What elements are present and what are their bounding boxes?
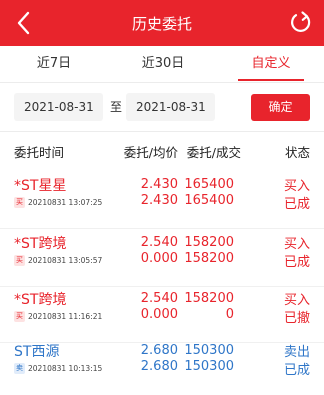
refresh-icon [291, 11, 311, 32]
tab-30-days[interactable]: 近30日 [128, 46, 198, 83]
order-row[interactable]: *ST跨境 买 20210831 13:05:57 2.540 0.000 15… [0, 229, 324, 287]
order-row[interactable]: *ST跨境 买 20210831 11:16:21 2.540 0.000 15… [0, 285, 324, 343]
filled-quantity: 165400 [184, 193, 234, 208]
order-quantity: 158200 [184, 291, 234, 306]
order-quantity: 158200 [184, 235, 234, 250]
page-title: 历史委托 [131, 15, 192, 33]
active-tab-indicator [238, 79, 304, 81]
stock-name: *ST跨境 [14, 292, 67, 308]
order-price: 2.680 [140, 343, 178, 358]
column-header-status: 状态 [284, 145, 310, 160]
order-datetime-line: 买 20210831 13:05:57 [14, 255, 102, 266]
order-status: 已撤 [283, 311, 310, 326]
order-status: 已成 [283, 363, 310, 378]
order-quantity: 150300 [184, 343, 234, 358]
order-side: 买入 [283, 179, 310, 194]
end-date-field[interactable]: 2021-08-31 [126, 93, 215, 121]
average-price: 2.680 [140, 359, 178, 374]
divider [0, 82, 324, 83]
average-price: 0.000 [140, 307, 178, 322]
column-header-price: 委托/均价 [123, 145, 178, 160]
buy-badge: 买 [14, 255, 25, 266]
order-status: 已成 [283, 255, 310, 270]
order-side: 卖出 [283, 345, 310, 360]
stock-name: *ST跨境 [14, 236, 67, 252]
sell-badge: 卖 [14, 363, 25, 374]
order-datetime: 20210831 13:05:57 [28, 256, 103, 265]
order-datetime: 20210831 13:07:25 [28, 198, 103, 207]
order-price: 2.430 [140, 177, 178, 192]
order-side: 买入 [283, 237, 310, 252]
order-side: 买入 [283, 293, 310, 308]
buy-badge: 买 [14, 311, 25, 322]
order-datetime: 20210831 10:13:15 [28, 364, 103, 373]
order-datetime-line: 买 20210831 13:07:25 [14, 197, 102, 208]
filled-quantity: 150300 [184, 359, 234, 374]
order-datetime: 20210831 11:16:21 [28, 312, 103, 321]
tab-7-days[interactable]: 近7日 [22, 46, 86, 83]
average-price: 2.430 [140, 193, 178, 208]
order-quantity: 165400 [184, 177, 234, 192]
filled-quantity: 0 [225, 307, 234, 322]
divider [0, 131, 324, 132]
order-row[interactable]: ST西源 卖 20210831 10:13:15 2.680 2.680 150… [0, 337, 324, 395]
refresh-button[interactable] [288, 10, 314, 36]
order-price: 2.540 [140, 291, 178, 306]
title-bar: 历史委托 [0, 0, 324, 46]
average-price: 0.000 [140, 251, 178, 266]
order-price: 2.540 [140, 235, 178, 250]
confirm-button[interactable]: 确定 [251, 94, 310, 121]
tab-custom[interactable]: 自定义 [238, 46, 304, 83]
column-header-time: 委托时间 [14, 145, 65, 160]
order-datetime-line: 买 20210831 11:16:21 [14, 311, 102, 322]
buy-badge: 买 [14, 197, 25, 208]
order-row[interactable]: *ST星星 买 20210831 13:07:25 2.430 2.430 16… [0, 171, 324, 229]
order-status: 已成 [283, 197, 310, 212]
start-date-field[interactable]: 2021-08-31 [14, 93, 103, 121]
column-header-volume: 委托/成交 [186, 145, 241, 160]
stock-name: *ST星星 [14, 178, 67, 194]
period-tabs: 近7日 近30日 自定义 [0, 46, 324, 83]
date-separator: 至 [109, 100, 122, 114]
order-datetime-line: 卖 20210831 10:13:15 [14, 363, 102, 374]
filled-quantity: 158200 [184, 251, 234, 266]
stock-name: ST西源 [14, 344, 60, 360]
